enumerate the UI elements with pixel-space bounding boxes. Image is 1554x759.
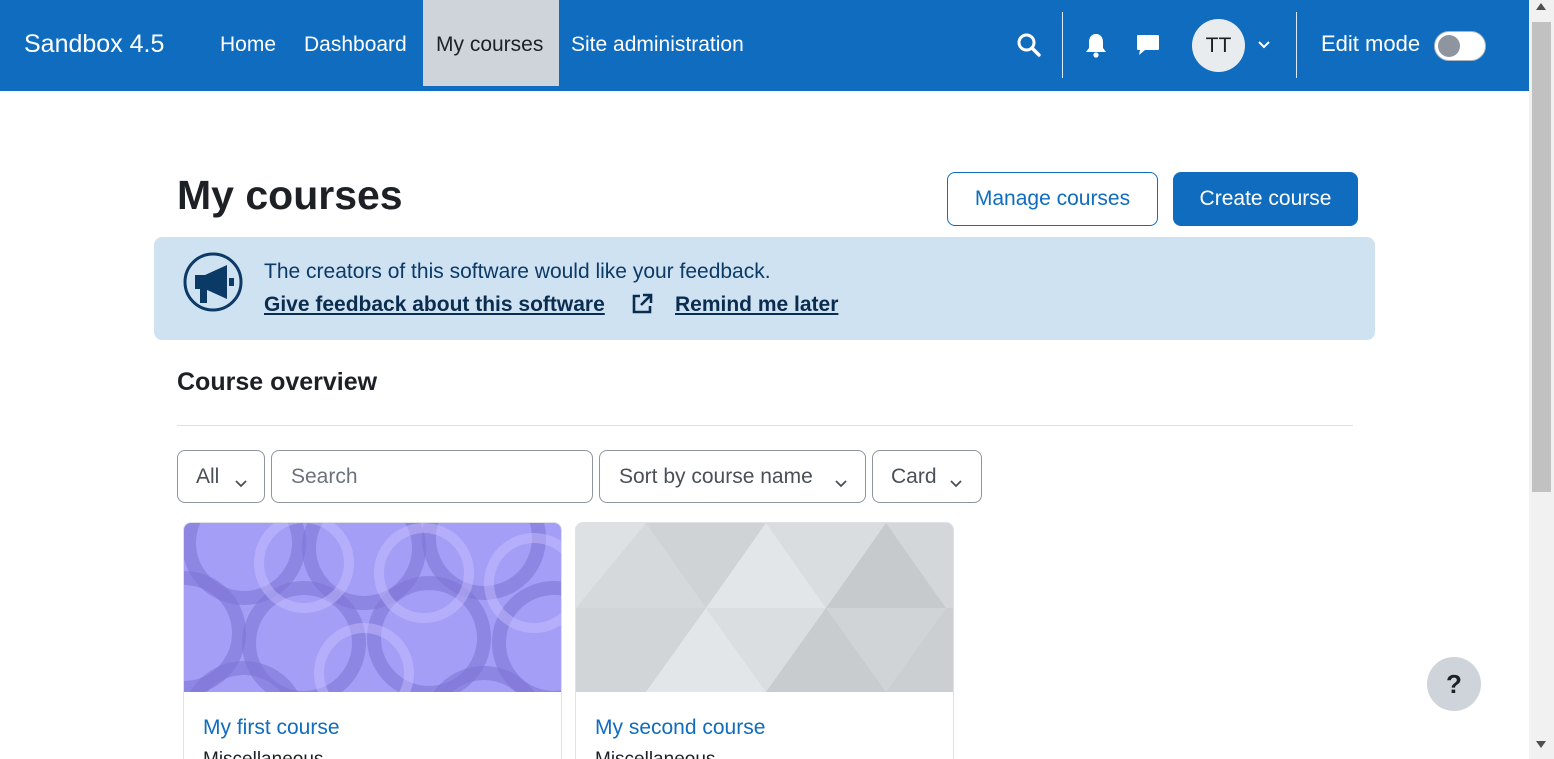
bell-icon[interactable] xyxy=(1081,30,1111,60)
nav-dashboard[interactable]: Dashboard xyxy=(292,0,419,86)
chevron-down-icon xyxy=(834,472,848,488)
filter-value: All xyxy=(196,464,220,488)
site-brand[interactable]: Sandbox 4.5 xyxy=(24,30,164,59)
course-card[interactable]: My second course Miscellaneous xyxy=(575,522,954,759)
edit-mode-label: Edit mode xyxy=(1321,31,1421,56)
nav-home[interactable]: Home xyxy=(208,0,288,86)
toggle-knob xyxy=(1438,35,1460,57)
search-icon[interactable] xyxy=(1014,30,1044,60)
view-value: Card xyxy=(891,464,937,488)
course-image[interactable] xyxy=(184,523,562,692)
course-category: Miscellaneous xyxy=(203,749,323,759)
chevron-down-icon xyxy=(949,472,963,488)
megaphone-icon xyxy=(182,251,244,313)
top-navbar: Sandbox 4.5 Home Dashboard My courses Si… xyxy=(0,0,1529,91)
nav-site-administration[interactable]: Site administration xyxy=(559,0,756,86)
chevron-down-icon[interactable] xyxy=(1256,38,1272,52)
external-link-icon xyxy=(630,292,654,316)
remind-later-link[interactable]: Remind me later xyxy=(675,293,838,317)
divider xyxy=(177,425,1353,426)
feedback-message: The creators of this software would like… xyxy=(264,260,771,283)
view-dropdown[interactable]: Card xyxy=(872,450,982,503)
course-title-link[interactable]: My first course xyxy=(203,716,340,740)
scroll-thumb[interactable] xyxy=(1532,22,1551,492)
edit-mode-toggle[interactable] xyxy=(1434,31,1486,61)
page-scrollbar[interactable] xyxy=(1529,0,1554,759)
manage-courses-button[interactable]: Manage courses xyxy=(947,172,1158,226)
nav-divider xyxy=(1296,12,1297,78)
course-card[interactable]: My first course Miscellaneous xyxy=(183,522,562,759)
create-course-button[interactable]: Create course xyxy=(1173,172,1358,226)
user-avatar[interactable]: TT xyxy=(1192,19,1245,72)
help-button[interactable]: ? xyxy=(1427,657,1481,711)
course-overview-heading: Course overview xyxy=(177,368,378,396)
nav-my-courses[interactable]: My courses xyxy=(423,0,559,86)
page: Sandbox 4.5 Home Dashboard My courses Si… xyxy=(0,0,1554,759)
page-title: My courses xyxy=(177,172,403,218)
search-input[interactable] xyxy=(271,450,593,503)
scroll-up-arrow-icon[interactable] xyxy=(1536,3,1546,10)
nav-divider xyxy=(1062,12,1063,78)
course-title-link[interactable]: My second course xyxy=(595,716,765,740)
scroll-down-arrow-icon[interactable] xyxy=(1536,741,1546,748)
give-feedback-link[interactable]: Give feedback about this software xyxy=(264,293,605,317)
filter-dropdown[interactable]: All xyxy=(177,450,265,503)
course-image[interactable] xyxy=(576,523,954,692)
sort-dropdown[interactable]: Sort by course name xyxy=(599,450,866,503)
feedback-alert: The creators of this software would like… xyxy=(154,237,1375,340)
chat-icon[interactable] xyxy=(1133,30,1163,60)
course-category: Miscellaneous xyxy=(595,749,715,759)
sort-value: Sort by course name xyxy=(619,464,813,488)
chevron-down-icon xyxy=(234,472,248,488)
